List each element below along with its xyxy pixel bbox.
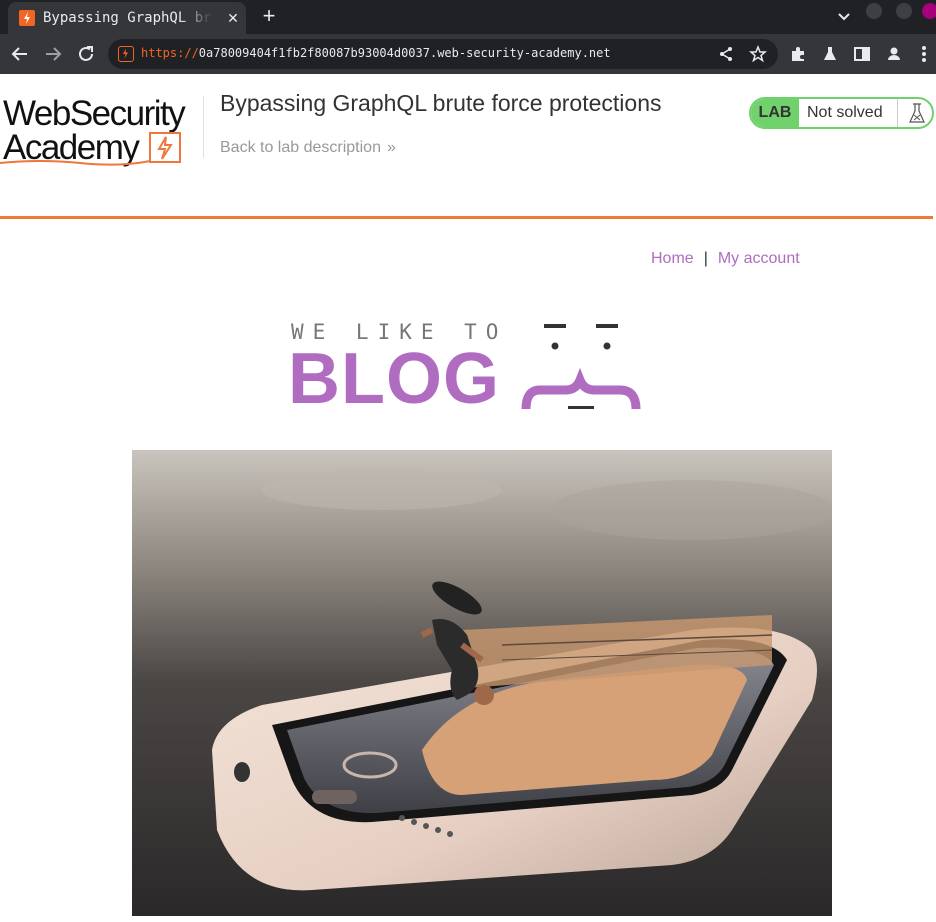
back-to-lab-description-link[interactable]: Back to lab description » [220,139,396,157]
my-account-link[interactable]: My account [718,250,800,267]
nav-separator: | [703,250,708,267]
tab-title: Bypassing GraphQL brute force protection… [43,10,213,26]
banner-face-icon [521,324,641,410]
url-scheme: https:// [141,46,199,60]
reload-icon[interactable] [74,42,98,66]
flask-icon [897,99,932,127]
forward-arrow-icon[interactable] [41,42,65,66]
star-icon[interactable] [749,44,767,63]
lab-title: Bypassing GraphQL brute force protection… [220,90,662,116]
back-link-label: Back to lab description [220,139,381,156]
header-accent-rule [0,216,933,219]
skateboarder-on-phone-image[interactable] [132,450,832,916]
tab-search-chevron-icon[interactable] [834,7,854,27]
window-maximize-button[interactable] [896,3,912,19]
url-host: 0a78009404f1fb2f80087b93004d0037.web-sec… [198,46,611,60]
browser-tabstrip: Bypassing GraphQL brute force protection… [0,0,936,34]
share-icon[interactable] [717,45,735,63]
tab-close-icon[interactable]: ✕ [224,9,242,27]
tab-favicon-icon [19,10,35,26]
extensions-icon[interactable] [786,42,810,66]
labs-flask-icon[interactable] [818,42,842,66]
new-tab-button[interactable]: + [258,5,280,28]
side-panel-icon[interactable] [850,42,874,66]
lab-status-widget: LAB Not solved [749,97,934,129]
url-text: https://0a78009404f1fb2f80087b93004d0037… [141,46,611,60]
web-security-academy-logo[interactable]: WebSecurity Academy [0,94,202,168]
lab-header: WebSecurity Academy Bypassing GraphQL br… [0,74,936,220]
blog-banner: WE LIKE TO BLOG [288,320,648,420]
logo-bolt-icon [149,132,181,163]
banner-title: BLOG [288,339,500,419]
lab-status-text: Not solved [807,104,883,121]
site-info-icon[interactable] [118,46,134,62]
browser-tab[interactable]: Bypassing GraphQL brute force protection… [8,2,246,34]
logo-underline-icon [0,160,150,166]
home-link[interactable]: Home [651,250,694,267]
window-minimize-button[interactable] [866,3,882,19]
back-arrow-icon[interactable] [8,42,32,66]
lab-status-badge: LAB [751,99,799,127]
address-bar[interactable]: https://0a78009404f1fb2f80087b93004d0037… [108,39,778,69]
window-close-button[interactable] [922,3,936,19]
top-navigation: Home | My account [651,250,800,268]
browser-toolbar: https://0a78009404f1fb2f80087b93004d0037… [0,34,936,74]
menu-icon[interactable] [914,42,934,66]
profile-icon[interactable] [882,42,906,66]
header-divider [203,96,204,158]
double-chevron-icon: » [386,139,396,156]
